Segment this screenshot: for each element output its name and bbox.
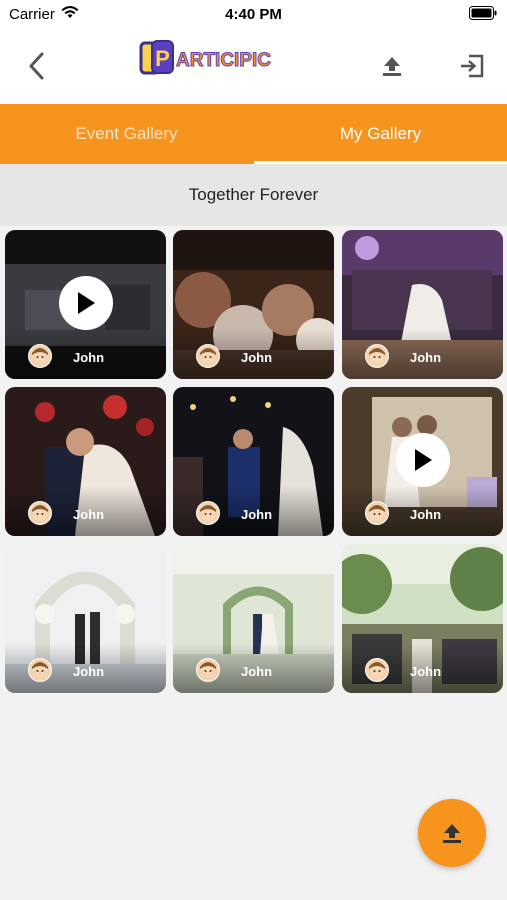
upload-fab[interactable]	[418, 799, 486, 867]
author-name: John	[73, 507, 105, 522]
play-icon	[78, 292, 95, 314]
gallery-item[interactable]: John	[5, 544, 166, 693]
battery-icon	[469, 6, 497, 25]
app-header: P ARTICIPIC	[0, 28, 507, 104]
play-button[interactable]	[59, 276, 113, 330]
avatar	[365, 501, 389, 525]
gallery-item[interactable]: John	[173, 544, 334, 693]
play-icon	[415, 449, 432, 471]
avatar	[196, 658, 220, 682]
avatar	[28, 658, 52, 682]
author-name: John	[410, 350, 442, 365]
upload-icon	[383, 57, 401, 76]
tab-my-gallery[interactable]: My Gallery	[254, 104, 507, 164]
tab-event-gallery[interactable]: Event Gallery	[0, 104, 253, 164]
gallery-item[interactable]: John	[342, 230, 503, 379]
participic-logo: P ARTICIPIC	[138, 38, 278, 78]
upload-icon	[443, 824, 461, 843]
avatar	[28, 344, 52, 368]
chevron-left-icon	[29, 52, 44, 80]
gallery-item[interactable]: John	[173, 230, 334, 379]
album-title: Together Forever	[0, 164, 507, 226]
play-button[interactable]	[396, 433, 450, 487]
avatar	[365, 658, 389, 682]
gallery-item[interactable]: John	[5, 387, 166, 536]
avatar	[196, 344, 220, 368]
author-name: John	[241, 350, 273, 365]
upload-button[interactable]	[376, 50, 408, 82]
logout-button[interactable]	[455, 50, 489, 82]
svg-text:P: P	[155, 46, 170, 71]
avatar	[196, 501, 220, 525]
author-name: John	[241, 664, 273, 679]
author-name: John	[73, 350, 105, 365]
back-button[interactable]	[20, 48, 52, 84]
gallery-item[interactable]: John	[5, 230, 166, 379]
avatar	[365, 344, 389, 368]
gallery-item[interactable]: John	[342, 544, 503, 693]
svg-text:ARTICIPIC: ARTICIPIC	[176, 50, 271, 71]
logout-icon	[461, 54, 484, 78]
gallery-item[interactable]: John	[173, 387, 334, 536]
author-name: John	[73, 664, 105, 679]
avatar	[28, 501, 52, 525]
author-name: John	[241, 507, 273, 522]
author-name: John	[410, 507, 442, 522]
gallery-item[interactable]: John	[342, 387, 503, 536]
clock: 4:40 PM	[225, 6, 282, 23]
author-name: John	[410, 664, 442, 679]
status-bar: Carrier 4:40 PM	[0, 0, 507, 28]
gallery-tabs: Event Gallery My Gallery	[0, 104, 507, 164]
